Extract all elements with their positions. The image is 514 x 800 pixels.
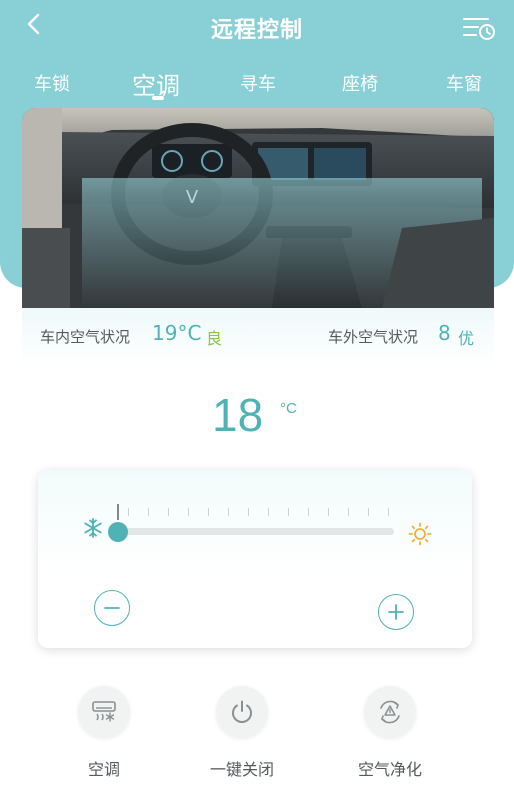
page-title: 远程控制 [210,18,303,43]
increase-temperature-button[interactable] [378,594,414,630]
outside-air-grade: 优 [458,329,475,348]
header: 远程控制 [0,0,514,56]
air-purify-icon [380,700,400,724]
air-purify-label: 空气净化 [357,760,422,779]
sun-icon [408,522,432,546]
tab-window[interactable]: 车窗 [446,70,482,96]
tab-find-car[interactable]: 寻车 [240,70,276,96]
tab-seat[interactable]: 座椅 [342,70,378,96]
inside-air-label: 车内空气状况 [40,328,131,346]
slider-ticks [118,508,394,520]
ac-toggle-button[interactable]: 空调 [54,686,154,780]
tab-bar: 车锁 空调 寻车 座椅 车窗 [0,64,514,104]
ac-icon [92,701,116,722]
plus-icon [388,604,404,620]
active-tab-indicator [152,96,164,100]
decrease-temperature-button[interactable] [94,590,130,626]
ac-toggle-label: 空调 [87,760,120,779]
ac-control-card: 车内空气状况 19°C 良 车外空气状况 8 优 18 °C 空调 一键关闭 空… [22,308,494,800]
tab-lock[interactable]: 车锁 [34,70,70,96]
temperature-unit: °C [280,400,297,417]
outside-air-value: 8 [438,321,451,345]
schedule-list-icon[interactable] [462,14,496,42]
temperature-slider-track[interactable] [118,528,394,535]
snowflake-icon [84,518,102,538]
car-interior-image: V [22,108,494,308]
power-icon [232,700,252,723]
air-quality-row: 车内空气状况 19°C 良 车外空气状况 8 优 [22,308,494,364]
one-key-off-label: 一键关闭 [209,760,274,779]
minus-icon [104,607,120,609]
temperature-control-panel [38,470,472,648]
inside-air-grade: 良 [206,329,223,348]
outside-air-label: 车外空气状况 [328,328,419,346]
inside-temperature: 19°C [152,321,202,345]
set-temperature: 18 [212,389,264,441]
air-purify-button[interactable]: 空气净化 [340,686,440,780]
temperature-slider-thumb[interactable] [108,522,128,542]
slider-marker [117,504,119,520]
one-key-off-button[interactable]: 一键关闭 [192,686,292,780]
